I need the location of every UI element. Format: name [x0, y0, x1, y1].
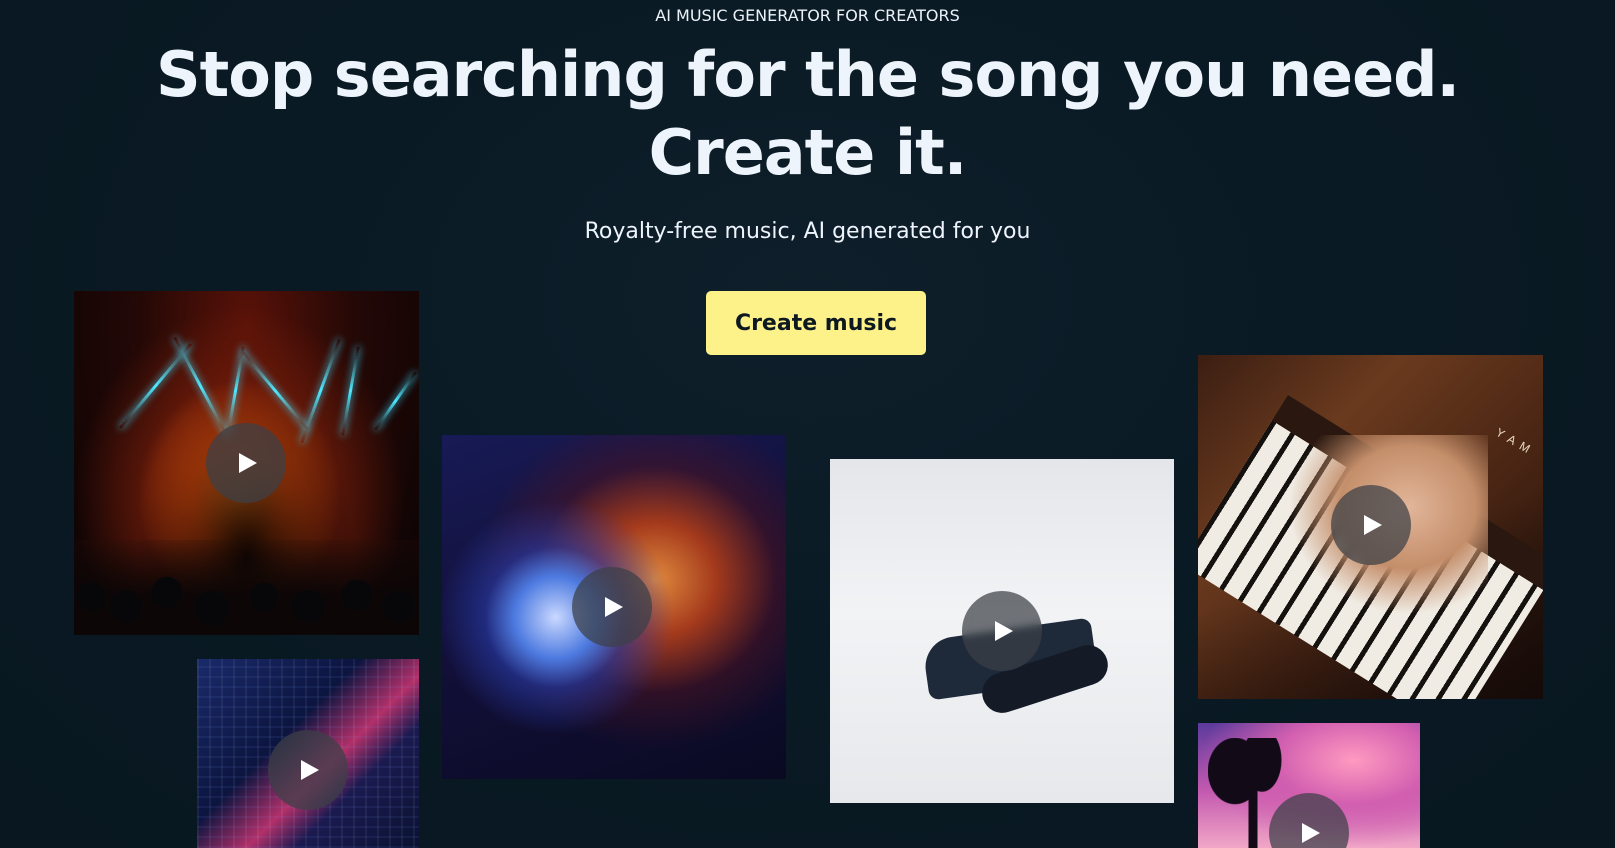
laser-beam — [341, 346, 360, 436]
play-icon — [605, 597, 623, 617]
headline-line-1: Stop searching for the song you need. — [155, 38, 1460, 111]
play-button[interactable] — [572, 567, 652, 647]
headline-line-2: Create it. — [648, 116, 968, 189]
laser-beam — [300, 338, 341, 444]
play-icon — [1364, 515, 1382, 535]
play-button[interactable] — [268, 730, 348, 810]
media-tile-concert[interactable] — [74, 291, 419, 635]
crowd-silhouette — [74, 540, 419, 635]
play-button[interactable] — [1331, 485, 1411, 565]
media-tile-palms[interactable] — [1198, 723, 1420, 848]
create-music-button[interactable]: Create music — [706, 291, 926, 355]
media-tile-disco-ball[interactable] — [442, 435, 786, 779]
laser-beam — [374, 371, 417, 431]
piano-brand-text: YAM — [1493, 425, 1538, 459]
media-tile-piano[interactable]: YAM — [1198, 355, 1543, 699]
hero-headline: Stop searching for the song you need. Cr… — [0, 36, 1615, 192]
play-button[interactable] — [962, 591, 1042, 671]
laser-beam — [242, 351, 309, 431]
play-icon — [239, 453, 257, 473]
play-icon — [301, 760, 319, 780]
hero-eyebrow-wrap: AI MUSIC GENERATOR FOR CREATORS — [0, 6, 1615, 25]
hero-eyebrow: AI MUSIC GENERATOR FOR CREATORS — [655, 6, 960, 25]
laser-beam — [118, 342, 193, 430]
hero-subheadline: Royalty-free music, AI generated for you — [584, 219, 1031, 244]
laser-beam — [173, 336, 228, 436]
play-button[interactable] — [206, 423, 286, 503]
media-tile-city-night[interactable] — [197, 659, 419, 848]
play-icon — [995, 621, 1013, 641]
play-icon — [1302, 823, 1320, 843]
media-tile-dancer[interactable] — [830, 459, 1174, 803]
